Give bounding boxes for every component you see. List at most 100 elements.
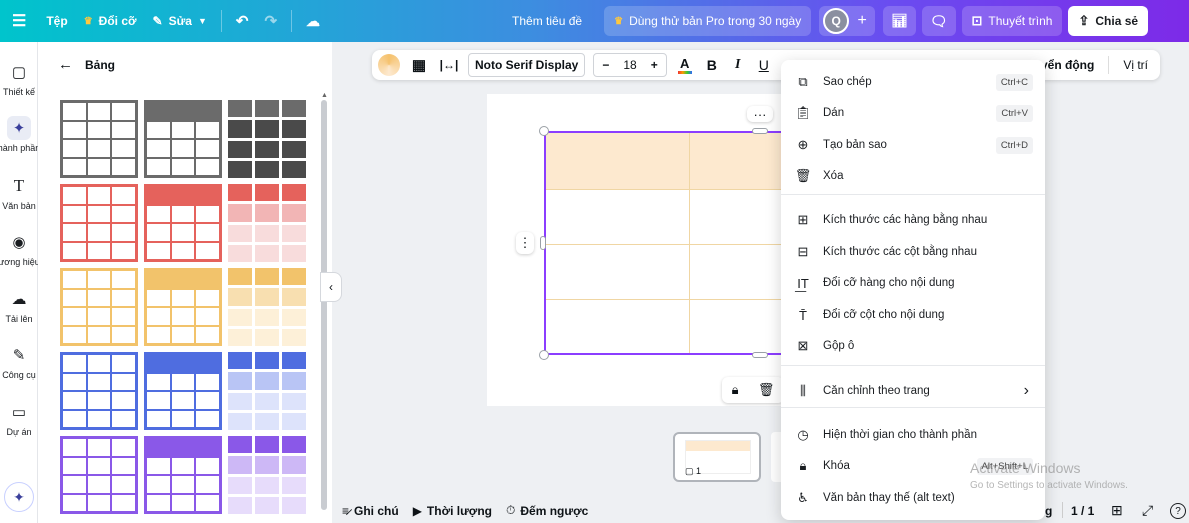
resize-handle[interactable]: [539, 350, 549, 360]
fullscreen-button[interactable]: ⤢: [1142, 502, 1153, 519]
menu-item-equal-rows[interactable]: ⊞ Kích thước các hàng bằng nhau: [781, 205, 1045, 235]
menu-item-merge-cells[interactable]: ⊠ Gộp ô: [781, 331, 1045, 361]
table-style-option[interactable]: [144, 352, 222, 430]
panel-scrollbar[interactable]: [321, 100, 327, 510]
table-cell: [146, 391, 171, 410]
add-page-thumbnail[interactable]: [771, 432, 781, 482]
decrease-size-button[interactable]: −: [602, 58, 609, 72]
table-cell: [111, 102, 136, 121]
file-menu-button[interactable]: Tệp: [38, 6, 75, 36]
menu-item-fit-row[interactable]: I͟T Đổi cỡ hàng cho nội dung: [781, 268, 1045, 298]
fit-column-icon: T̄: [799, 307, 807, 323]
page-thumbnail[interactable]: ▢ 1: [673, 432, 761, 482]
table-style-option[interactable]: [144, 268, 222, 346]
collapse-panel-button[interactable]: ‹: [320, 272, 342, 302]
menu-item-clock[interactable]: ◷ Hiện thời gian cho thành phần: [781, 420, 1045, 450]
font-selector[interactable]: Noto Serif Display: [468, 53, 586, 77]
rail-item-design[interactable]: ▢ Thiết kế: [0, 60, 42, 97]
menu-item-label: Khóa: [823, 460, 850, 472]
table-style-option[interactable]: [60, 100, 138, 178]
help-button[interactable]: ?: [1170, 503, 1186, 519]
table-style-option[interactable]: [144, 436, 222, 514]
table-style-option[interactable]: [144, 184, 222, 262]
table-cell: [111, 204, 136, 223]
table-style-option[interactable]: [60, 436, 138, 514]
save-status-button[interactable]: ☁: [298, 6, 328, 36]
resize-handle[interactable]: [540, 236, 546, 250]
selected-table[interactable]: [544, 131, 784, 355]
rail-item-elements[interactable]: ✦ hành phần: [0, 116, 42, 153]
table-cell: [170, 186, 196, 205]
font-size-value[interactable]: 18: [623, 58, 636, 72]
edit-button[interactable]: ✎ Sửa ▼: [145, 6, 215, 36]
avatar[interactable]: Q: [823, 8, 850, 34]
pro-trial-button[interactable]: ♛ Dùng thử bản Pro trong 30 ngày: [604, 6, 812, 36]
resize-handle[interactable]: [752, 352, 768, 358]
table-style-option[interactable]: [228, 352, 306, 430]
stopwatch-icon: ⏱︎: [506, 503, 516, 517]
table-style-option[interactable]: [144, 100, 222, 178]
magic-assistant-button[interactable]: ✦: [4, 482, 34, 512]
menu-item-trash[interactable]: 🗑︎ Xóa: [781, 161, 1045, 191]
undo-button[interactable]: ↶: [228, 6, 257, 36]
insights-button[interactable]: 📊︎: [883, 6, 916, 36]
rail-item-text[interactable]: T Văn bản: [0, 174, 42, 211]
timer-label: Đếm ngược: [520, 503, 589, 518]
row-options-button[interactable]: ⋮: [516, 232, 534, 254]
bold-icon: B: [706, 57, 717, 73]
table-cell: [170, 270, 196, 289]
present-button[interactable]: ⊡ Thuyết trình: [961, 6, 1063, 36]
document-title[interactable]: Thêm tiêu đề: [504, 6, 590, 36]
scroll-up-icon[interactable]: ▲: [321, 92, 328, 99]
rail-item-projects[interactable]: ▭ Dự án: [0, 400, 42, 437]
table-style-option[interactable]: [228, 100, 306, 178]
table-cell: [146, 270, 171, 289]
table-style-option[interactable]: [228, 184, 306, 262]
menu-item-copy[interactable]: ⧉ Sao chép Ctrl+C: [781, 67, 1045, 97]
notes-button[interactable]: ≡̷ Ghi chú: [342, 504, 399, 518]
table-style-option[interactable]: [228, 268, 306, 346]
position-button[interactable]: Vị trí: [1123, 58, 1148, 72]
table-cell: [62, 372, 87, 391]
comments-button[interactable]: 🗨︎: [921, 6, 956, 36]
spacing-button[interactable]: |↔|: [438, 53, 460, 77]
back-arrow-icon[interactable]: ←: [58, 56, 73, 73]
menu-button[interactable]: ☰: [0, 6, 38, 36]
table-color-button[interactable]: [378, 54, 400, 76]
table-style-option[interactable]: [60, 184, 138, 262]
rail-item-brand[interactable]: ◉ ương hiệu: [0, 230, 42, 267]
resize-button[interactable]: ♛ Đổi cỡ: [76, 6, 145, 36]
redo-button[interactable]: ↷: [256, 6, 285, 36]
timer-button[interactable]: ⏱︎ Đếm ngược: [506, 503, 588, 518]
italic-button[interactable]: I: [729, 53, 747, 77]
table-cell: [170, 475, 196, 494]
text-color-button[interactable]: A: [675, 53, 695, 77]
table-grid-button[interactable]: ▦: [408, 53, 430, 77]
grid-view-button[interactable]: ⊞: [1111, 502, 1123, 519]
resize-handle[interactable]: [539, 126, 549, 136]
menu-item-fit-column[interactable]: T̄ Đổi cỡ cột cho nội dung: [781, 300, 1045, 330]
menu-item-align[interactable]: ⫼ Căn chỉnh theo trang ›: [781, 376, 1045, 406]
table-cell: [111, 270, 136, 289]
lock-icon[interactable]: 🔒︎: [732, 382, 739, 398]
table-style-option[interactable]: [60, 268, 138, 346]
rail-item-uploads[interactable]: ☁ Tải lên: [0, 287, 42, 324]
bold-button[interactable]: B: [703, 53, 721, 77]
plus-icon[interactable]: +: [853, 12, 871, 30]
menu-item-duplicate[interactable]: ⊕ Tạo bản sao Ctrl+D: [781, 130, 1045, 160]
table-header-row[interactable]: [546, 133, 782, 189]
menu-item-paste[interactable]: 📋︎ Dán Ctrl+V: [781, 98, 1045, 128]
share-button[interactable]: ⇪ Chia sẻ: [1068, 6, 1149, 36]
menu-item-equal-columns[interactable]: ⊟ Kích thước các cột bằng nhau: [781, 237, 1045, 267]
table-style-option[interactable]: [228, 436, 306, 514]
resize-handle[interactable]: [752, 128, 768, 134]
increase-size-button[interactable]: +: [651, 58, 658, 72]
more-options-button[interactable]: ···: [747, 106, 773, 122]
zoom-label-fragment[interactable]: g: [1045, 504, 1052, 518]
table-style-option[interactable]: [60, 352, 138, 430]
duration-button[interactable]: ▶︎ Thời lượng: [413, 504, 492, 518]
trash-icon[interactable]: 🗑︎: [758, 382, 775, 398]
rail-item-tools[interactable]: ✎ Công cụ: [0, 343, 42, 380]
page-counter[interactable]: 1 / 1: [1071, 504, 1094, 518]
underline-button[interactable]: U: [755, 53, 773, 77]
